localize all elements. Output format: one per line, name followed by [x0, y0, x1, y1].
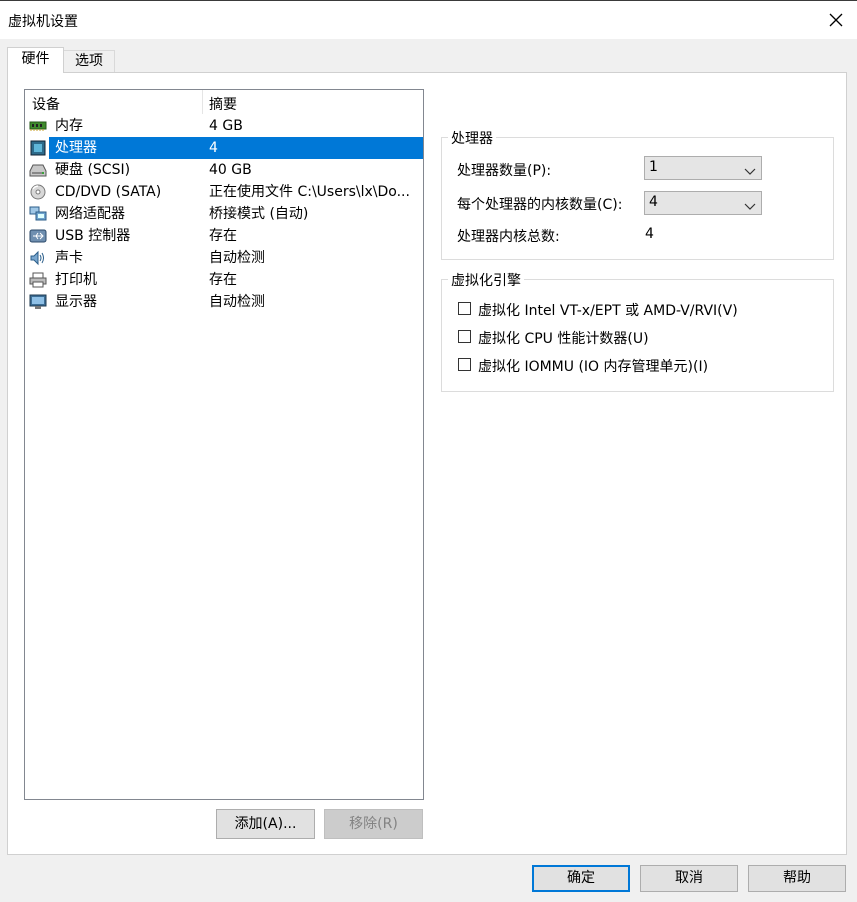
device-summary: 4: [209, 140, 218, 156]
device-summary: 桥接模式 (自动): [209, 206, 309, 222]
vtx-checkbox[interactable]: [458, 302, 471, 315]
processor-count-label: 处理器数量(P):: [457, 163, 552, 179]
hard-disk-icon: [29, 162, 47, 178]
vtx-checkbox-label[interactable]: 虚拟化 Intel VT-x/EPT 或 AMD-V/RVI(V): [478, 300, 738, 320]
device-name: 打印机: [55, 272, 97, 288]
iommu-checkbox-label[interactable]: 虚拟化 IOMMU (IO 内存管理单元)(I): [478, 356, 708, 376]
cores-per-processor-dropdown[interactable]: 4: [644, 191, 762, 215]
column-header-device[interactable]: 设备: [32, 94, 60, 114]
total-cores-label: 处理器内核总数:: [457, 229, 560, 245]
device-row-network-adapter[interactable]: 网络适配器 桥接模式 (自动): [25, 203, 423, 225]
device-summary: 存在: [209, 228, 237, 244]
tab-options[interactable]: 选项: [63, 50, 115, 73]
dialog-client-area: 硬件 选项 设备 摘要 内存 4 GB 处理器 4 硬盘 (SCSI) 40 G…: [0, 39, 857, 902]
processor-group: 处理器 处理器数量(P): 1 每个处理器的内核数量(C): 4 处理器内核总数…: [441, 128, 834, 260]
device-name: 网络适配器: [55, 206, 125, 222]
display-icon: [29, 294, 47, 310]
device-summary: 4 GB: [209, 118, 243, 134]
device-row-sound-card[interactable]: 声卡 自动检测: [25, 247, 423, 269]
device-row-processor[interactable]: 处理器 4: [25, 137, 423, 159]
device-name: 处理器: [55, 140, 97, 156]
title-bar: 虚拟机设置: [0, 1, 857, 39]
device-summary: 存在: [209, 272, 237, 288]
iommu-checkbox[interactable]: [458, 358, 471, 371]
cores-per-processor-value: 4: [649, 194, 658, 210]
device-name: USB 控制器: [55, 228, 131, 244]
device-name: CD/DVD (SATA): [55, 184, 162, 200]
close-icon[interactable]: [826, 10, 846, 30]
device-row-display[interactable]: 显示器 自动检测: [25, 291, 423, 313]
device-summary: 自动检测: [209, 294, 265, 310]
window-title: 虚拟机设置: [8, 14, 78, 30]
cpu-perf-counters-label[interactable]: 虚拟化 CPU 性能计数器(U): [478, 328, 649, 348]
device-row-memory[interactable]: 内存 4 GB: [25, 115, 423, 137]
virtualization-engine-group: 虚拟化引擎 虚拟化 Intel VT-x/EPT 或 AMD-V/RVI(V) …: [441, 270, 834, 392]
device-name: 内存: [55, 118, 83, 134]
device-row-cd-dvd[interactable]: CD/DVD (SATA) 正在使用文件 C:\Users\lx\Do...: [25, 181, 423, 203]
printer-icon: [29, 272, 47, 288]
processor-count-dropdown[interactable]: 1: [644, 156, 762, 180]
add-device-button[interactable]: 添加(A)...: [216, 809, 315, 839]
device-row-printer[interactable]: 打印机 存在: [25, 269, 423, 291]
column-header-summary[interactable]: 摘要: [209, 94, 237, 114]
device-name: 显示器: [55, 294, 97, 310]
cores-per-processor-label: 每个处理器的内核数量(C):: [457, 197, 623, 213]
total-cores-value: 4: [645, 226, 654, 242]
device-summary: 40 GB: [209, 162, 252, 178]
cancel-button[interactable]: 取消: [640, 865, 738, 892]
cpu-perf-counters-checkbox[interactable]: [458, 330, 471, 343]
hardware-panel: 设备 摘要 内存 4 GB 处理器 4 硬盘 (SCSI) 40 GB CD/D…: [7, 72, 847, 855]
device-row-usb[interactable]: USB 控制器 存在: [25, 225, 423, 247]
processor-icon: [29, 140, 47, 156]
device-summary: 正在使用文件 C:\Users\lx\Do...: [209, 184, 410, 200]
device-name: 硬盘 (SCSI): [55, 162, 131, 178]
help-button[interactable]: 帮助: [748, 865, 846, 892]
chevron-down-icon: [744, 199, 756, 210]
chevron-down-icon: [744, 164, 756, 175]
ok-button[interactable]: 确定: [532, 865, 630, 892]
network-adapter-icon: [29, 206, 47, 222]
processor-count-value: 1: [649, 159, 658, 175]
device-summary: 自动检测: [209, 250, 265, 266]
tab-hardware[interactable]: 硬件: [7, 47, 64, 73]
sound-card-icon: [29, 250, 47, 266]
memory-icon: [29, 118, 47, 134]
device-list[interactable]: 设备 摘要 内存 4 GB 处理器 4 硬盘 (SCSI) 40 GB CD/D…: [24, 89, 424, 800]
cd-dvd-icon: [29, 184, 47, 200]
device-name: 声卡: [55, 250, 83, 266]
remove-device-button[interactable]: 移除(R): [324, 809, 423, 839]
device-row-hard-disk[interactable]: 硬盘 (SCSI) 40 GB: [25, 159, 423, 181]
usb-icon: [29, 228, 47, 244]
processor-group-title: 处理器: [448, 128, 496, 148]
virtualization-group-title: 虚拟化引擎: [448, 270, 524, 290]
column-separator[interactable]: [202, 90, 203, 114]
